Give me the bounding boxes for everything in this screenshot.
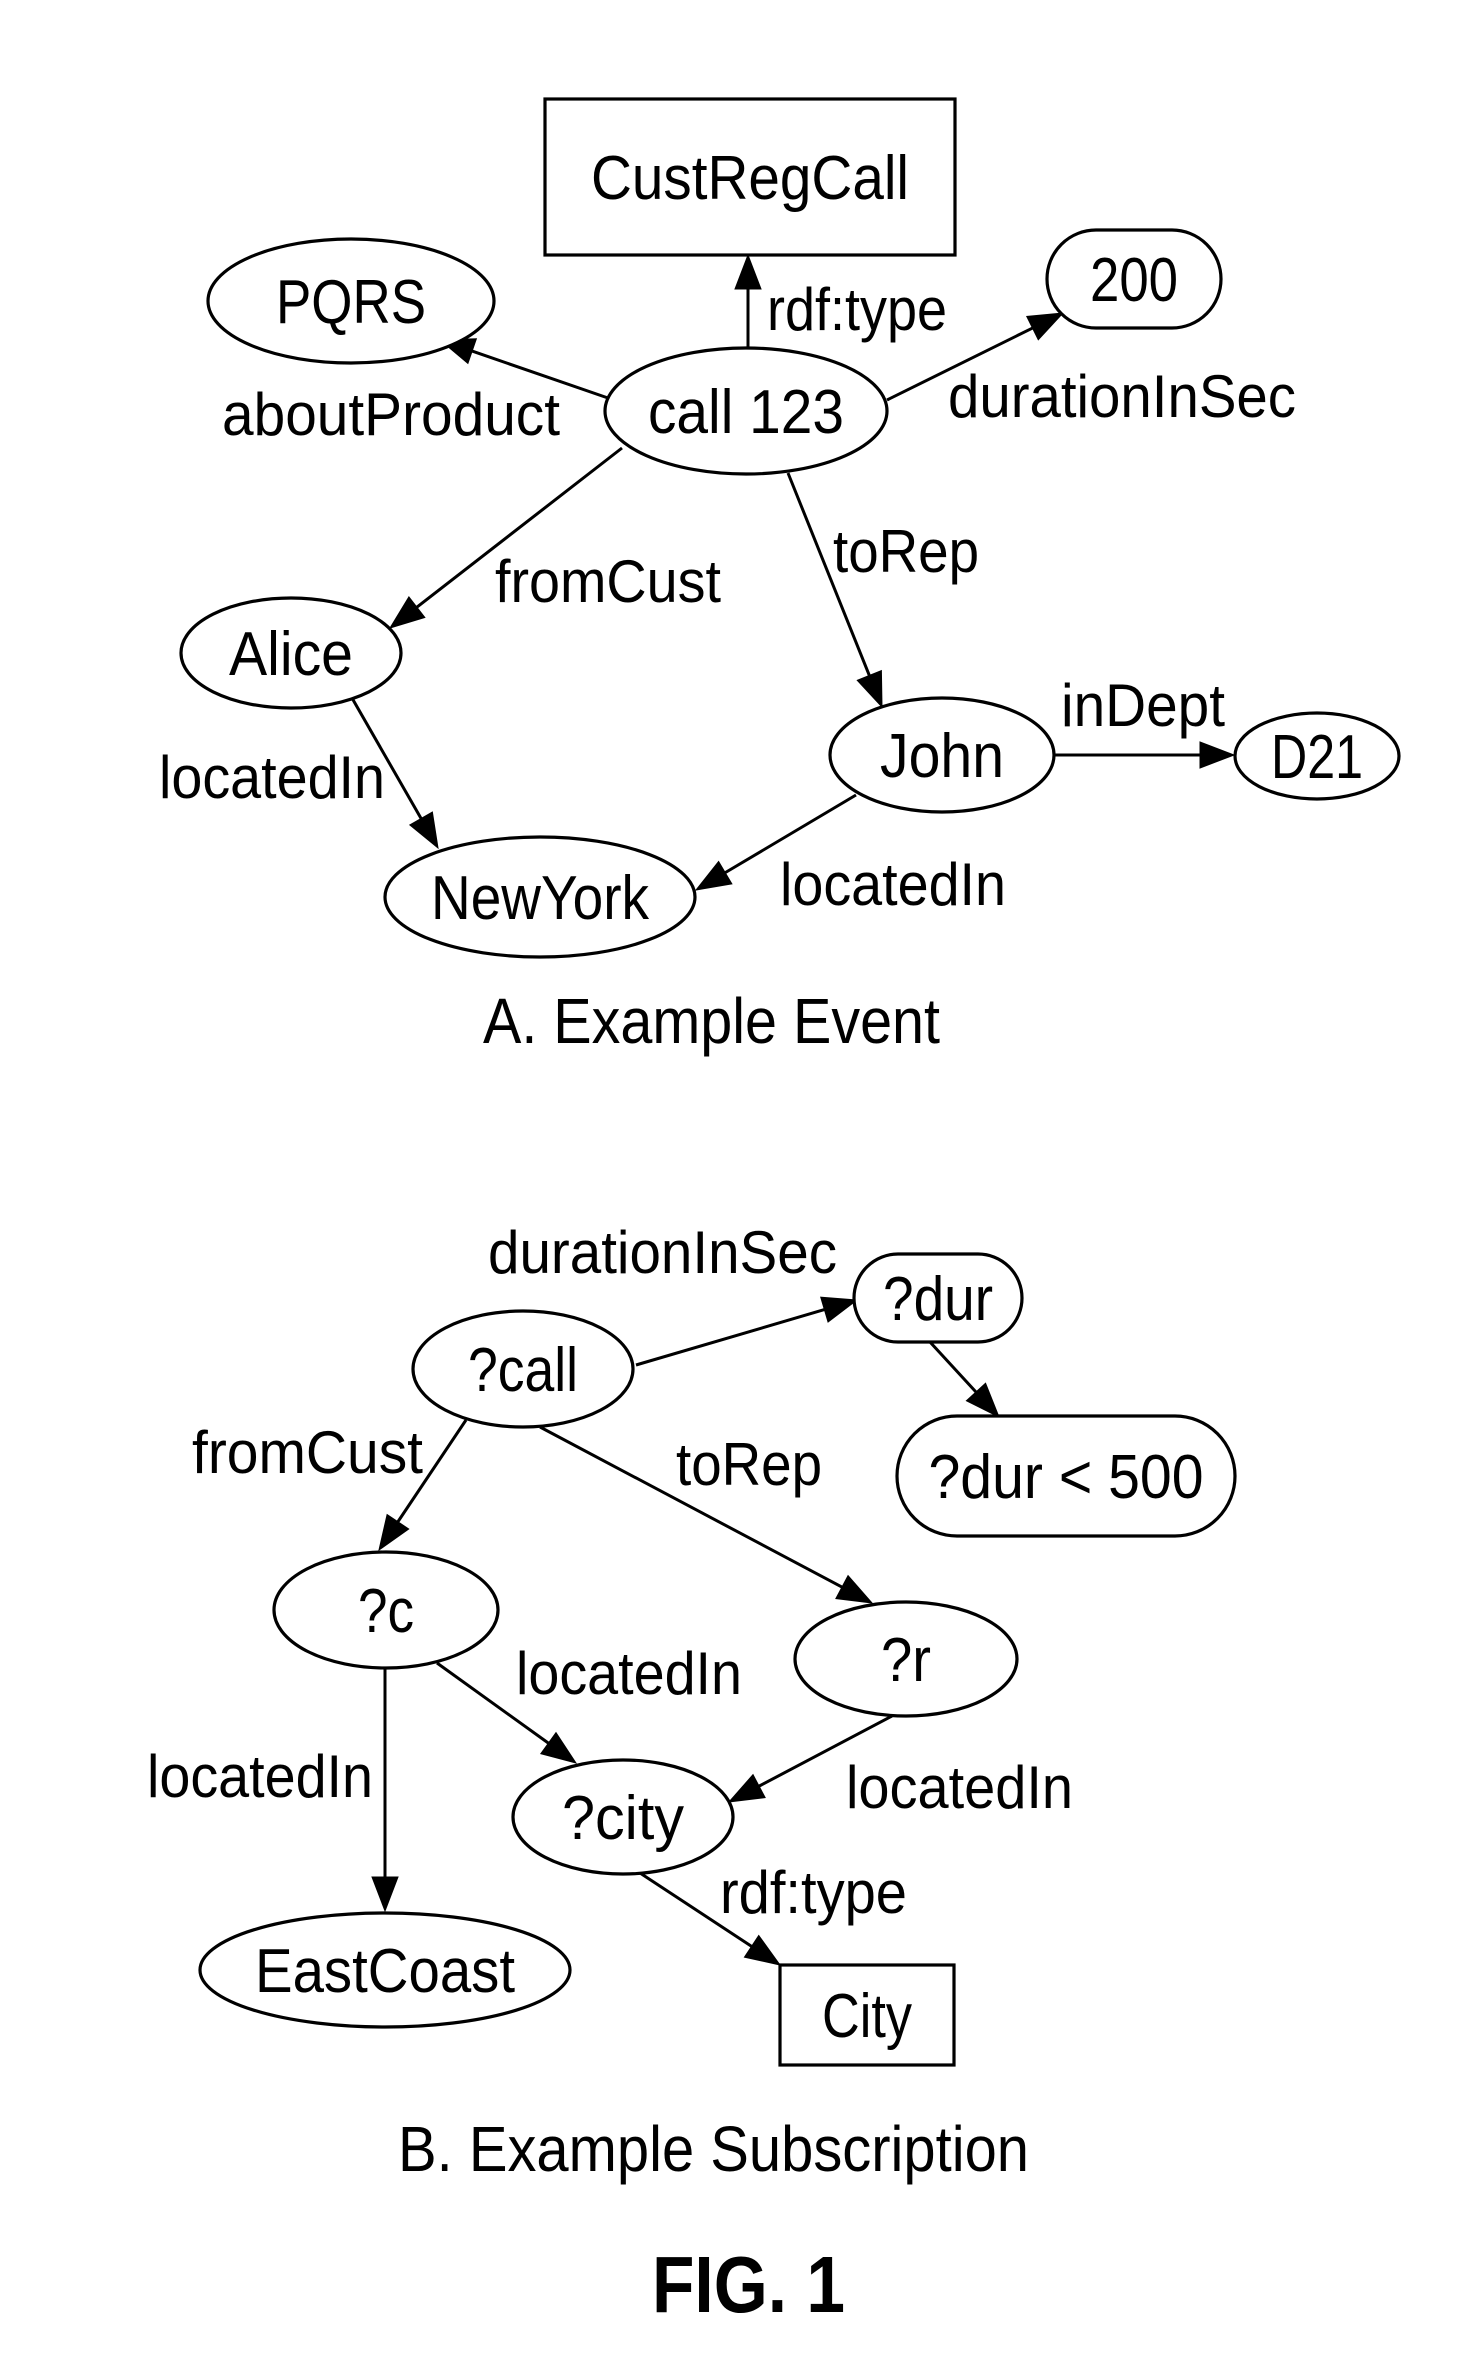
node-label: City xyxy=(822,1982,912,2051)
node-label: call 123 xyxy=(648,378,844,447)
arrow-head-icon xyxy=(743,1934,782,1966)
node-qc: ?c xyxy=(272,1550,500,1670)
edge-label-e-john-loc: locatedIn xyxy=(780,851,1006,918)
arrow-head-icon xyxy=(734,253,762,290)
edge-label-e-fromcust: fromCust xyxy=(495,548,721,615)
fig-1-diagram: CustRegCall PQRS call 123 200 Alice John D21 Ne… xyxy=(147,97,1401,2329)
arrow-head-icon xyxy=(1199,741,1236,769)
edge-line xyxy=(928,1340,978,1393)
node-call123: call 123 xyxy=(603,346,889,476)
edge-label-e-torep: toRep xyxy=(833,518,979,585)
arrow-head-icon xyxy=(856,669,883,709)
edge-label-e-duration: durationInSec xyxy=(948,363,1296,430)
node-label: CustRegCall xyxy=(591,144,909,213)
node-label: John xyxy=(880,722,1004,791)
arrow-head-icon xyxy=(835,1574,874,1604)
node-label: ?dur xyxy=(883,1265,993,1334)
node-label: ?call xyxy=(468,1336,578,1405)
node-qcity: ?city xyxy=(511,1758,735,1876)
edge-john-to-d21 xyxy=(1054,741,1236,769)
arrow-head-icon xyxy=(539,1731,578,1764)
edge-label-s-duration: durationInSec xyxy=(488,1219,837,1286)
arrow-head-icon xyxy=(820,1296,859,1323)
edge-label-e-product: aboutProduct xyxy=(222,381,560,448)
arrow-head-icon xyxy=(1025,312,1065,341)
edge-qcall-to-qdur xyxy=(635,1296,859,1367)
caption-example-event: A. Example Event xyxy=(483,985,940,1057)
node-label: Alice xyxy=(229,620,353,689)
node-qcall: ?call xyxy=(411,1309,635,1429)
node-label: D21 xyxy=(1271,723,1363,792)
figure-label: FIG. 1 xyxy=(652,2240,845,2329)
arrow-head-icon xyxy=(694,860,733,891)
node-label: ?city xyxy=(562,1784,684,1853)
edge-call123-to-custregcall xyxy=(734,253,762,347)
edge-label-e-indept: inDept xyxy=(1061,672,1225,739)
arrow-head-icon xyxy=(378,1513,410,1552)
edges-layer xyxy=(350,253,1236,1966)
node-newyork: NewYork xyxy=(383,835,697,959)
caption-example-subscription: B. Example Subscription xyxy=(398,2113,1029,2185)
node-label: PQRS xyxy=(276,268,426,337)
edge-labels-layer: rdf:type aboutProduct durationInSec fromCus… xyxy=(147,276,1296,1926)
arrow-head-icon xyxy=(388,596,426,629)
node-eastcoast: EastCoast xyxy=(198,1911,572,2029)
node-alice: Alice xyxy=(179,596,403,710)
node-custregcall: CustRegCall xyxy=(543,97,957,257)
node-john: John xyxy=(828,696,1056,814)
edge-qdur-to-qdurcond xyxy=(928,1340,1000,1419)
edge-label-s-c-east: locatedIn xyxy=(147,1743,373,1810)
edge-label-e-alice-loc: locatedIn xyxy=(159,744,385,811)
node-label: ?dur < 500 xyxy=(929,1443,1204,1512)
node-qr: ?r xyxy=(793,1600,1019,1718)
edge-label-s-type: rdf:type xyxy=(720,1859,907,1926)
node-city: City xyxy=(778,1963,956,2067)
edge-label-e-type: rdf:type xyxy=(767,276,947,343)
node-pqrs: PQRS xyxy=(206,237,496,365)
edge-label-s-fromcust: fromCust xyxy=(192,1419,423,1486)
node-label: 200 xyxy=(1090,246,1178,315)
edge-line xyxy=(635,1308,825,1367)
node-label: ?c xyxy=(358,1577,414,1646)
arrow-head-icon xyxy=(727,1773,766,1803)
edge-label-s-c-city: locatedIn xyxy=(516,1640,742,1707)
node-label: NewYork xyxy=(431,864,650,933)
arrow-head-icon xyxy=(408,811,439,850)
node-label: EastCoast xyxy=(255,1937,515,2006)
arrow-head-icon xyxy=(371,1876,399,1913)
node-d21: D21 xyxy=(1233,711,1401,801)
node-qdurcond: ?dur < 500 xyxy=(895,1414,1237,1538)
node-qdur: ?dur xyxy=(852,1252,1024,1344)
edge-qc-to-eastcoast xyxy=(371,1668,399,1913)
edge-label-s-r-city: locatedIn xyxy=(846,1754,1073,1821)
node-label: ?r xyxy=(881,1626,931,1695)
node-n200: 200 xyxy=(1045,228,1223,330)
edge-label-s-torep: toRep xyxy=(676,1431,822,1498)
edge-call123-to-john xyxy=(786,472,883,709)
